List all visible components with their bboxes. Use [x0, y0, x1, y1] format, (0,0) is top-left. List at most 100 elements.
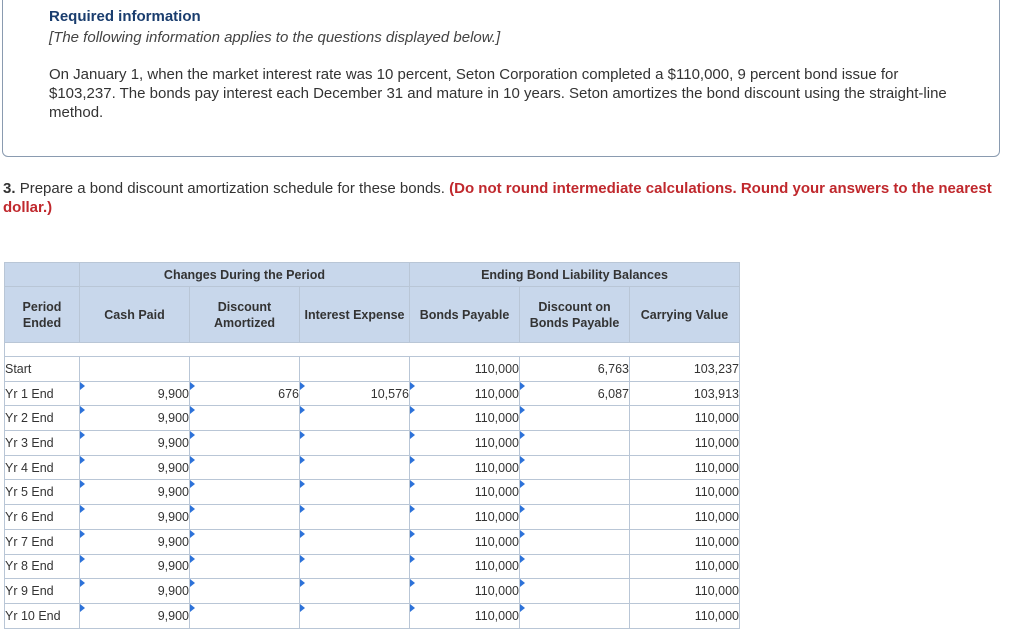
cell-value: 110,000 — [474, 608, 519, 623]
input-marker-icon — [190, 505, 195, 514]
cell-value: 110,000 — [694, 509, 739, 524]
cell-value: 9,900 — [157, 460, 189, 475]
cell-value: 110,000 — [474, 435, 519, 450]
discount-amortized-input[interactable] — [189, 454, 300, 481]
cell-value: 9,900 — [157, 584, 189, 599]
input-marker-icon — [410, 406, 415, 415]
required-information-panel: Required information [The following info… — [2, 0, 1000, 157]
group-header-blank — [4, 262, 80, 287]
input-marker-icon — [190, 554, 195, 563]
cell-value: 110,000 — [694, 559, 739, 574]
interest-expense-input[interactable] — [299, 504, 410, 530]
required-information-subtitle: [The following information applies to th… — [49, 29, 501, 46]
discount-amortized-input[interactable] — [189, 405, 300, 432]
cell-value: 676 — [278, 386, 299, 401]
discount-on-bonds-input[interactable] — [519, 553, 630, 580]
input-marker-icon — [300, 480, 305, 489]
period-label: Yr 3 End — [4, 430, 80, 456]
cell-value: 110,000 — [474, 460, 519, 475]
discount-on-bonds-input[interactable] — [519, 479, 630, 506]
discount-amortized-input[interactable] — [189, 479, 300, 506]
discount-amortized-input[interactable] — [189, 553, 300, 580]
bonds-payable-cell[interactable]: 110,000 — [409, 504, 520, 530]
schedule-body: Start 110,000 6,763 103,237 Yr 1 End 9,900 676… — [4, 356, 740, 629]
discount-on-bonds-input[interactable] — [519, 430, 630, 456]
bonds-payable-cell[interactable]: 110,000 — [409, 602, 520, 629]
cash-paid-cell[interactable]: 9,900 — [79, 405, 190, 432]
input-marker-icon — [410, 431, 415, 440]
amortization-schedule-table: Changes During the Period Ending Bond Li… — [4, 262, 740, 629]
period-label: Yr 5 End — [4, 479, 80, 506]
discount-on-bonds-input[interactable]: 6,087 — [519, 380, 630, 407]
cash-paid-cell[interactable]: 9,900 — [79, 602, 190, 629]
input-marker-icon — [190, 529, 195, 538]
cell-value: 9,900 — [157, 435, 189, 450]
input-marker-icon — [520, 406, 525, 415]
header-discount-on-bonds-payable: Discount on Bonds Payable — [519, 286, 630, 343]
input-marker-icon — [80, 505, 85, 514]
discount-amortized-input[interactable] — [189, 430, 300, 456]
interest-expense-input[interactable] — [299, 479, 410, 506]
discount-amortized-input[interactable] — [189, 578, 300, 604]
input-marker-icon — [520, 455, 525, 464]
group-header-ending: Ending Bond Liability Balances — [409, 262, 740, 287]
input-marker-icon — [410, 579, 415, 588]
carrying-value-cell: 110,000 — [629, 528, 740, 555]
cash-paid-cell[interactable]: 9,900 — [79, 528, 190, 555]
carrying-value-cell: 110,000 — [629, 479, 740, 506]
bonds-payable-cell[interactable]: 110,000 — [409, 430, 520, 456]
required-information-title: Required information — [49, 8, 201, 25]
discount-on-bonds-input[interactable] — [519, 504, 630, 530]
cash-paid-cell[interactable]: 9,900 — [79, 430, 190, 456]
cash-paid-cell[interactable]: 9,900 — [79, 504, 190, 530]
interest-expense-input[interactable] — [299, 405, 410, 432]
cell-value: 110,000 — [694, 608, 739, 623]
cash-paid-cell[interactable]: 9,900 — [79, 454, 190, 481]
input-marker-icon — [300, 431, 305, 440]
bonds-payable-cell[interactable]: 110,000 — [409, 405, 520, 432]
cell-value: Yr 6 End — [5, 509, 54, 524]
cell-value: 110,000 — [694, 411, 739, 426]
cell-value: 110,000 — [474, 534, 519, 549]
discount-on-bonds-input[interactable] — [519, 602, 630, 629]
discount-amortized-input[interactable] — [189, 528, 300, 555]
discount-on-bonds-input[interactable] — [519, 454, 630, 481]
cash-paid-cell[interactable]: 9,900 — [79, 479, 190, 506]
bonds-payable-cell[interactable]: 110,000 — [409, 479, 520, 506]
cell-value: 103,913 — [693, 386, 739, 401]
interest-expense-input[interactable] — [299, 454, 410, 481]
bonds-payable-cell[interactable]: 110,000 — [409, 380, 520, 407]
carrying-value-cell: 110,000 — [629, 430, 740, 456]
discount-amortized-input[interactable]: 676 — [189, 380, 300, 407]
input-marker-icon — [80, 579, 85, 588]
cash-paid-cell[interactable]: 9,900 — [79, 553, 190, 580]
table-row: Yr 10 End 9,900 110,000 110,000 — [4, 602, 740, 629]
input-marker-icon — [190, 603, 195, 612]
discount-amortized-input[interactable] — [189, 602, 300, 629]
interest-expense-input[interactable]: 10,576 — [299, 380, 410, 407]
discount-amortized-input[interactable] — [189, 504, 300, 530]
bonds-payable-cell[interactable]: 110,000 — [409, 553, 520, 580]
input-marker-icon — [300, 455, 305, 464]
input-marker-icon — [190, 431, 195, 440]
input-marker-icon — [80, 455, 85, 464]
bonds-payable-cell[interactable]: 110,000 — [409, 454, 520, 481]
cash-paid-cell[interactable]: 9,900 — [79, 578, 190, 604]
input-marker-icon — [300, 406, 305, 415]
cell-value: 110,000 — [474, 559, 519, 574]
bonds-payable-cell[interactable]: 110,000 — [409, 578, 520, 604]
interest-expense-input[interactable] — [299, 553, 410, 580]
discount-on-bonds-input[interactable] — [519, 578, 630, 604]
interest-expense-input[interactable] — [299, 602, 410, 629]
input-marker-icon — [410, 480, 415, 489]
input-marker-icon — [520, 603, 525, 612]
interest-expense-input[interactable] — [299, 528, 410, 555]
interest-expense-input[interactable] — [299, 578, 410, 604]
cash-paid-cell[interactable]: 9,900 — [79, 380, 190, 407]
cell-value: 10,576 — [370, 386, 409, 401]
interest-expense-input[interactable] — [299, 430, 410, 456]
discount-on-bonds-input[interactable] — [519, 528, 630, 555]
discount-on-bonds-input[interactable] — [519, 405, 630, 432]
input-marker-icon — [80, 381, 85, 390]
bonds-payable-cell[interactable]: 110,000 — [409, 528, 520, 555]
